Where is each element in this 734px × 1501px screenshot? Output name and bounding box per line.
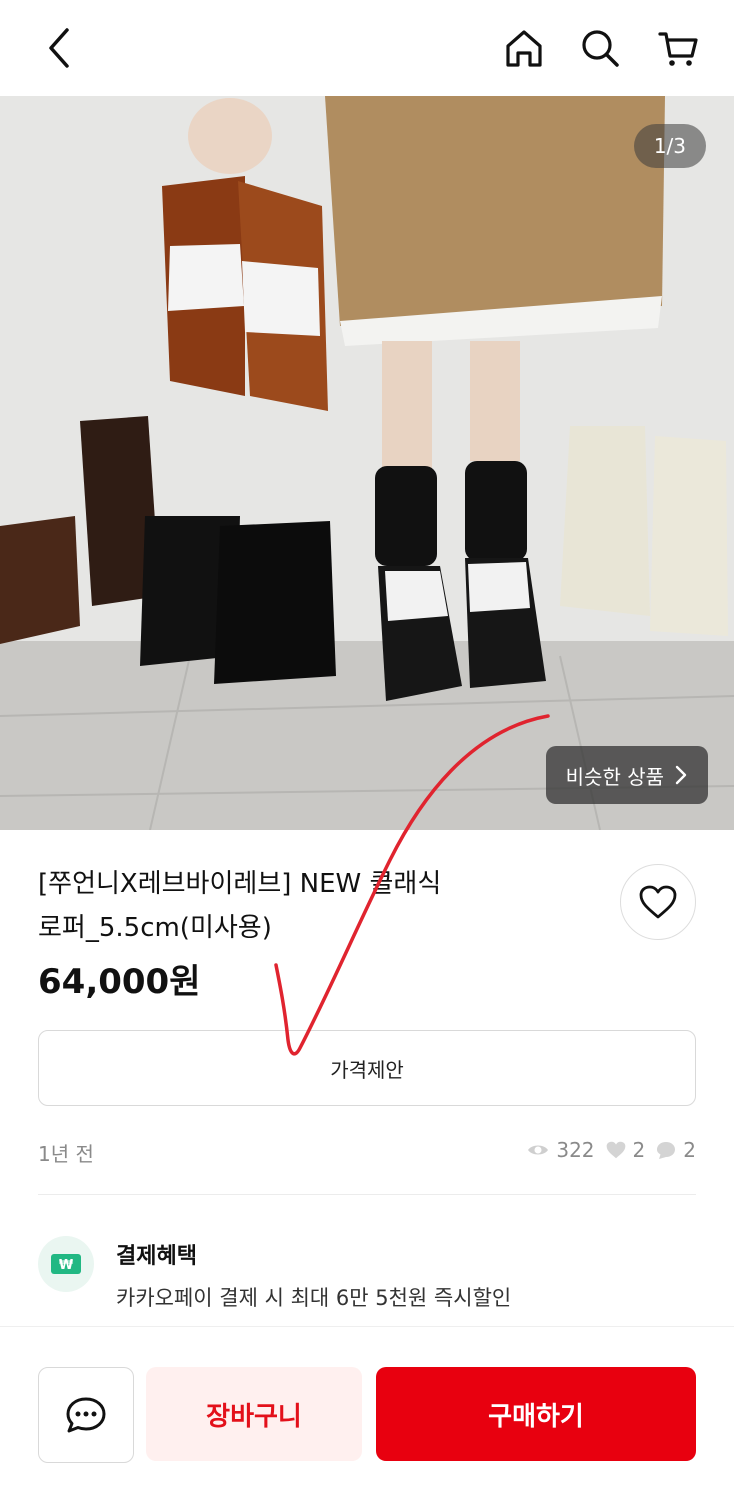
product-stats: 322 2 2	[526, 1138, 696, 1162]
product-image[interactable]: 1/3 비슷한 상품	[0, 96, 734, 830]
search-icon	[582, 30, 619, 67]
eye-icon	[528, 1145, 549, 1155]
views-count: 322	[556, 1138, 595, 1162]
chat-button[interactable]	[38, 1367, 134, 1463]
product-title: [쭈언니X레브바이레브] NEW 클래식 로퍼_5.5cm(미사용)	[38, 862, 598, 950]
product-price: 64,000원	[38, 962, 201, 1002]
similar-products-button[interactable]: 비슷한 상품	[545, 746, 708, 804]
like-button[interactable]	[620, 864, 696, 940]
likes-count: 2	[632, 1138, 646, 1162]
won-ticket-icon: ₩	[51, 1254, 81, 1274]
product-meta: 1년 전 322 2 2	[38, 1138, 696, 1168]
heart-icon	[639, 885, 677, 919]
won-symbol: ₩	[59, 1258, 74, 1273]
payment-benefit-description: 카카오페이 결제 시 최대 6만 5천원 즉시할인	[116, 1286, 512, 1310]
cart-button[interactable]	[652, 22, 704, 74]
buy-now-button[interactable]: 구매하기	[376, 1367, 696, 1461]
home-icon	[506, 30, 542, 67]
posted-time: 1년 전	[38, 1142, 94, 1166]
product-title-line2: 로퍼_5.5cm(미사용)	[38, 913, 272, 943]
chats-stat: 2	[655, 1138, 696, 1162]
home-button[interactable]	[498, 22, 550, 74]
product-photo	[0, 96, 734, 830]
back-button[interactable]	[34, 22, 86, 74]
cart-icon	[658, 32, 698, 66]
likes-stat: 2	[605, 1138, 646, 1162]
price-offer-button[interactable]: 가격제안	[38, 1030, 696, 1106]
top-bar	[0, 0, 734, 96]
payment-benefit-title: 결제혜택	[116, 1244, 197, 1269]
product-title-line1: [쭈언니X레브바이레브] NEW 클래식	[38, 869, 442, 899]
image-counter: 1/3	[633, 124, 706, 168]
bottom-action-bar: 장바구니 구매하기	[0, 1326, 734, 1501]
chevron-right-icon	[675, 765, 687, 785]
similar-products-label: 비슷한 상품	[565, 764, 664, 789]
payment-benefit-icon: ₩	[38, 1236, 94, 1292]
search-button[interactable]	[574, 22, 626, 74]
chat-bubble-icon	[657, 1142, 676, 1159]
chevron-left-icon	[49, 28, 69, 68]
chats-count: 2	[683, 1138, 696, 1162]
add-to-cart-button[interactable]: 장바구니	[146, 1367, 362, 1461]
views-stat: 322	[526, 1138, 595, 1162]
chat-icon	[66, 1397, 106, 1433]
section-divider	[38, 1194, 696, 1195]
heart-filled-icon	[606, 1141, 625, 1159]
